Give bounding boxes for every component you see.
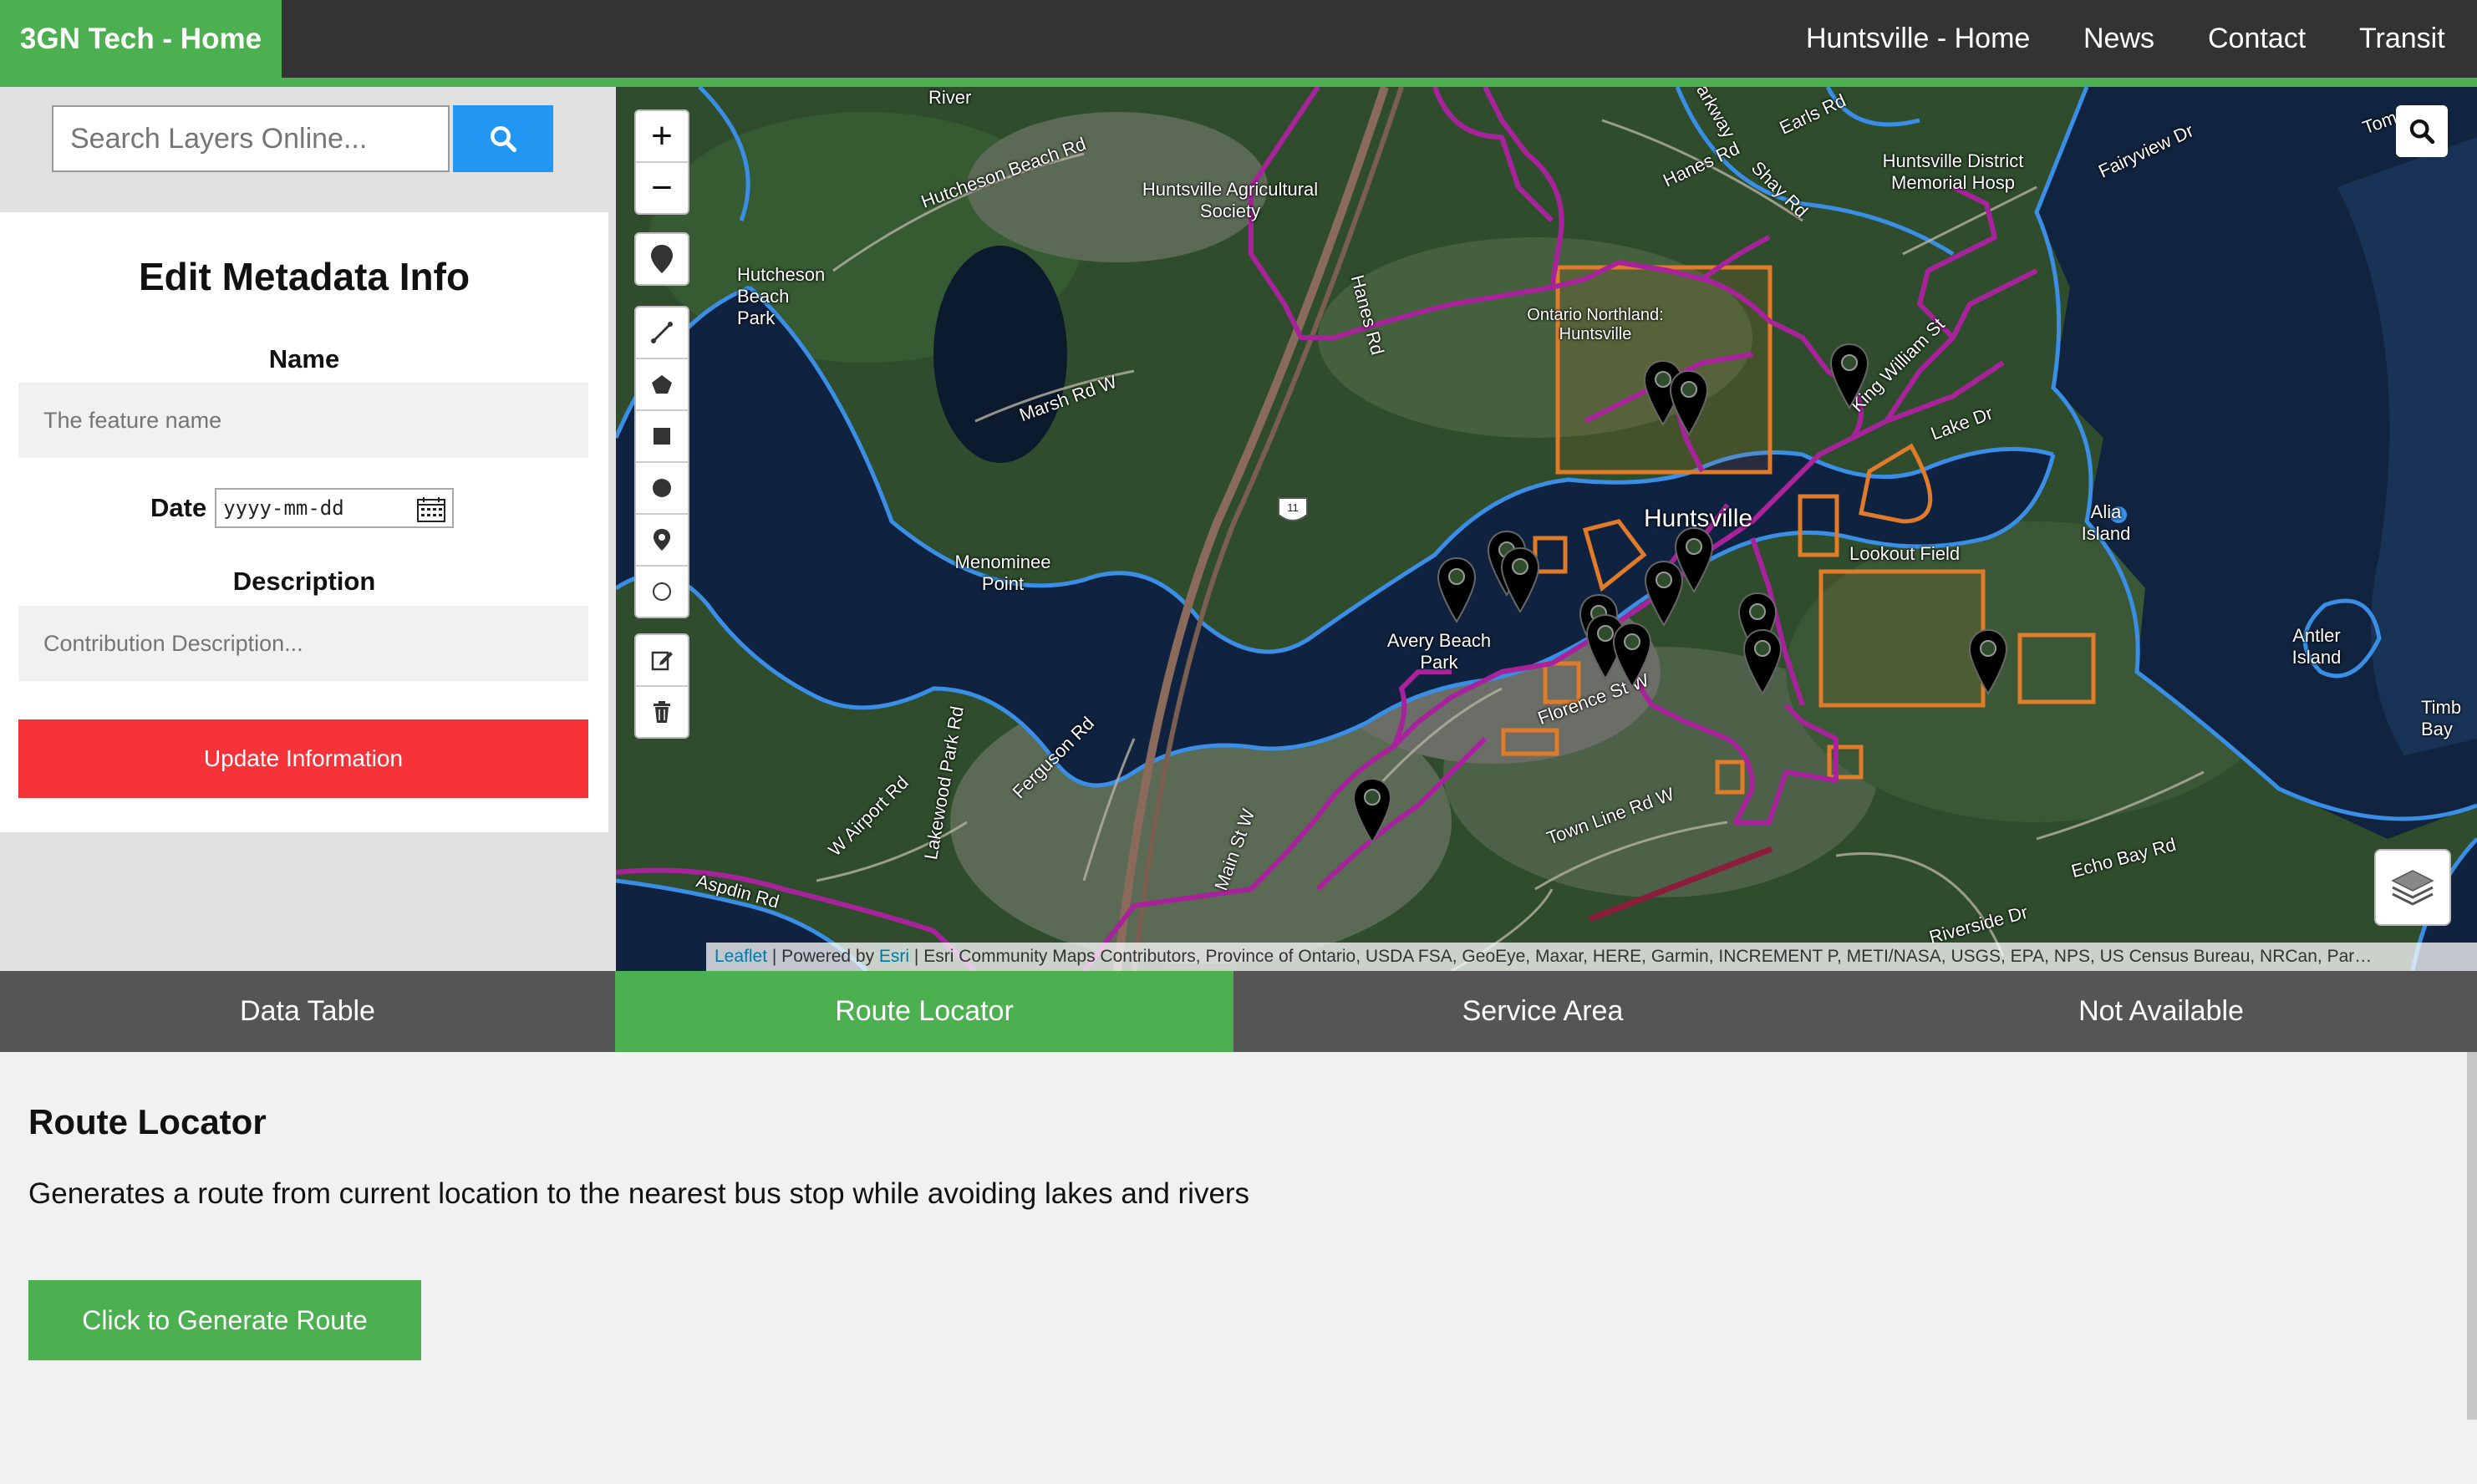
zoom-control: + −: [634, 109, 689, 215]
map-marker-13[interactable]: [1742, 628, 1783, 695]
attribution-sources: | Esri Community Maps Contributors, Prov…: [909, 947, 2373, 966]
circle-icon: [653, 479, 671, 497]
tab-not-available[interactable]: Not Available: [1852, 971, 2470, 1052]
polygon-icon: [652, 375, 672, 394]
edit-toolbar: [634, 633, 689, 739]
form-title: Edit Metadata Info: [138, 255, 470, 298]
name-input[interactable]: The feature name: [18, 383, 588, 458]
leaflet-attribution-link[interactable]: Leaflet: [715, 947, 767, 967]
svg-text:11: 11: [1287, 501, 1299, 514]
top-nav: 3GN Tech - Home Huntsville - Home News C…: [0, 0, 2477, 78]
map-label-river: River: [928, 87, 972, 108]
sidebar: Search Layers Online... Edit Metadata In…: [0, 87, 616, 971]
map-label-agricultural-society: Huntsville Agricultural Society: [1142, 179, 1319, 221]
polyline-icon: [651, 322, 673, 343]
circle-outline-icon: [653, 582, 671, 601]
map-label-hutcheson-beach-park: Hutcheson Beach Park: [737, 264, 826, 328]
draw-toolbar: [634, 306, 689, 618]
tab-data-table[interactable]: Data Table: [0, 971, 615, 1052]
marker-icon: [651, 245, 673, 273]
draw-circle-outline-button[interactable]: [636, 565, 688, 617]
edit-layers-button[interactable]: [636, 635, 688, 685]
date-row: Date yyyy-mm-dd: [150, 488, 455, 528]
delete-layers-button[interactable]: [636, 685, 688, 737]
nav-link-contact[interactable]: Contact: [2208, 0, 2306, 78]
search-icon: [2409, 119, 2435, 145]
calendar-icon[interactable]: [417, 497, 446, 522]
draw-circlemarker-button[interactable]: [636, 513, 688, 565]
date-label: Date: [150, 493, 207, 522]
map-marker-14[interactable]: [1968, 628, 2008, 695]
tab-service-area[interactable]: Service Area: [1233, 971, 1852, 1052]
map-attribution: Leaflet | Powered by Esri | Esri Communi…: [706, 943, 2477, 971]
name-label: Name: [268, 344, 340, 374]
nav-link-news[interactable]: News: [2083, 0, 2154, 78]
page-scrollbar[interactable]: [2467, 1052, 2477, 1420]
update-information-button[interactable]: Update Information: [18, 719, 588, 798]
map-marker-15[interactable]: [1352, 777, 1392, 844]
map-label-menominee-point: Menominee Point: [954, 551, 1051, 594]
map-label-district-hospital: Huntsville District Memorial Hosp: [1882, 150, 2024, 193]
search-icon: [491, 126, 517, 153]
layers-icon: [2391, 870, 2434, 906]
layer-switcher-button[interactable]: [2374, 849, 2451, 926]
generate-route-button[interactable]: Click to Generate Route: [28, 1280, 421, 1360]
panel-title: Route Locator: [28, 1102, 267, 1141]
layer-search-button[interactable]: [453, 105, 553, 172]
locate-toolbar: [634, 232, 689, 286]
map-marker-6[interactable]: [1437, 556, 1477, 623]
draw-marker-button[interactable]: [636, 234, 688, 284]
esri-attribution-link[interactable]: Esri: [879, 947, 909, 967]
description-placeholder: Contribution Description...: [43, 630, 303, 656]
rectangle-icon: [654, 428, 670, 445]
map-search-button[interactable]: [2396, 105, 2448, 157]
map-view[interactable]: 11 Huntsville Huntsville Agricultural So…: [616, 87, 2477, 971]
map-label-alia-island: Alia Island: [2081, 501, 2131, 544]
map-marker-11[interactable]: [1612, 622, 1652, 689]
brand-home-link[interactable]: 3GN Tech - Home: [0, 0, 282, 78]
zoom-out-button[interactable]: −: [636, 161, 688, 213]
nav-link-transit[interactable]: Transit: [2359, 0, 2445, 78]
draw-rectangle-button[interactable]: [636, 409, 688, 461]
map-marker-10[interactable]: [1674, 526, 1714, 593]
map-marker-3[interactable]: [1829, 343, 1869, 409]
description-label: Description: [232, 567, 376, 596]
map-label-avery-beach-park: Avery Beach Park: [1386, 630, 1492, 673]
map-marker-2[interactable]: [1669, 369, 1709, 436]
map-label-timb-bay: Timb Bay: [2421, 697, 2462, 739]
route-locator-panel: Route Locator Generates a route from cur…: [0, 1052, 2477, 1484]
trash-icon: [654, 701, 670, 723]
map-marker-5[interactable]: [1500, 546, 1540, 613]
edit-icon: [651, 651, 673, 671]
draw-polygon-button[interactable]: [636, 358, 688, 409]
tab-route-locator[interactable]: Route Locator: [615, 971, 1233, 1052]
description-input[interactable]: Contribution Description...: [18, 606, 588, 681]
edit-metadata-form: Edit Metadata Info Name The feature name…: [0, 212, 608, 832]
draw-polyline-button[interactable]: [636, 307, 688, 358]
date-input[interactable]: yyyy-mm-dd: [215, 488, 455, 528]
nav-link-huntsville-home[interactable]: Huntsville - Home: [1806, 0, 2030, 78]
map-label-ontario-northland: Ontario Northland: Huntsville: [1527, 306, 1664, 343]
attribution-separator: | Powered by: [767, 947, 879, 966]
date-placeholder: yyyy-mm-dd: [223, 496, 344, 520]
name-placeholder: The feature name: [43, 407, 222, 433]
panel-description: Generates a route from current location …: [28, 1177, 1250, 1210]
tab-bar: Data Table Route Locator Service Area No…: [0, 971, 2477, 1052]
layer-search-placeholder: Search Layers Online...: [70, 122, 368, 155]
draw-circle-button[interactable]: [636, 461, 688, 513]
nav-accent-bar: [0, 78, 2477, 87]
map-label-antler-island: Antler Island: [2291, 625, 2342, 668]
zoom-in-button[interactable]: +: [636, 111, 688, 161]
circlemarker-icon: [654, 529, 670, 551]
layer-search-input[interactable]: Search Layers Online...: [52, 105, 450, 172]
map-label-lookout-field: Lookout Field: [1849, 543, 1961, 564]
